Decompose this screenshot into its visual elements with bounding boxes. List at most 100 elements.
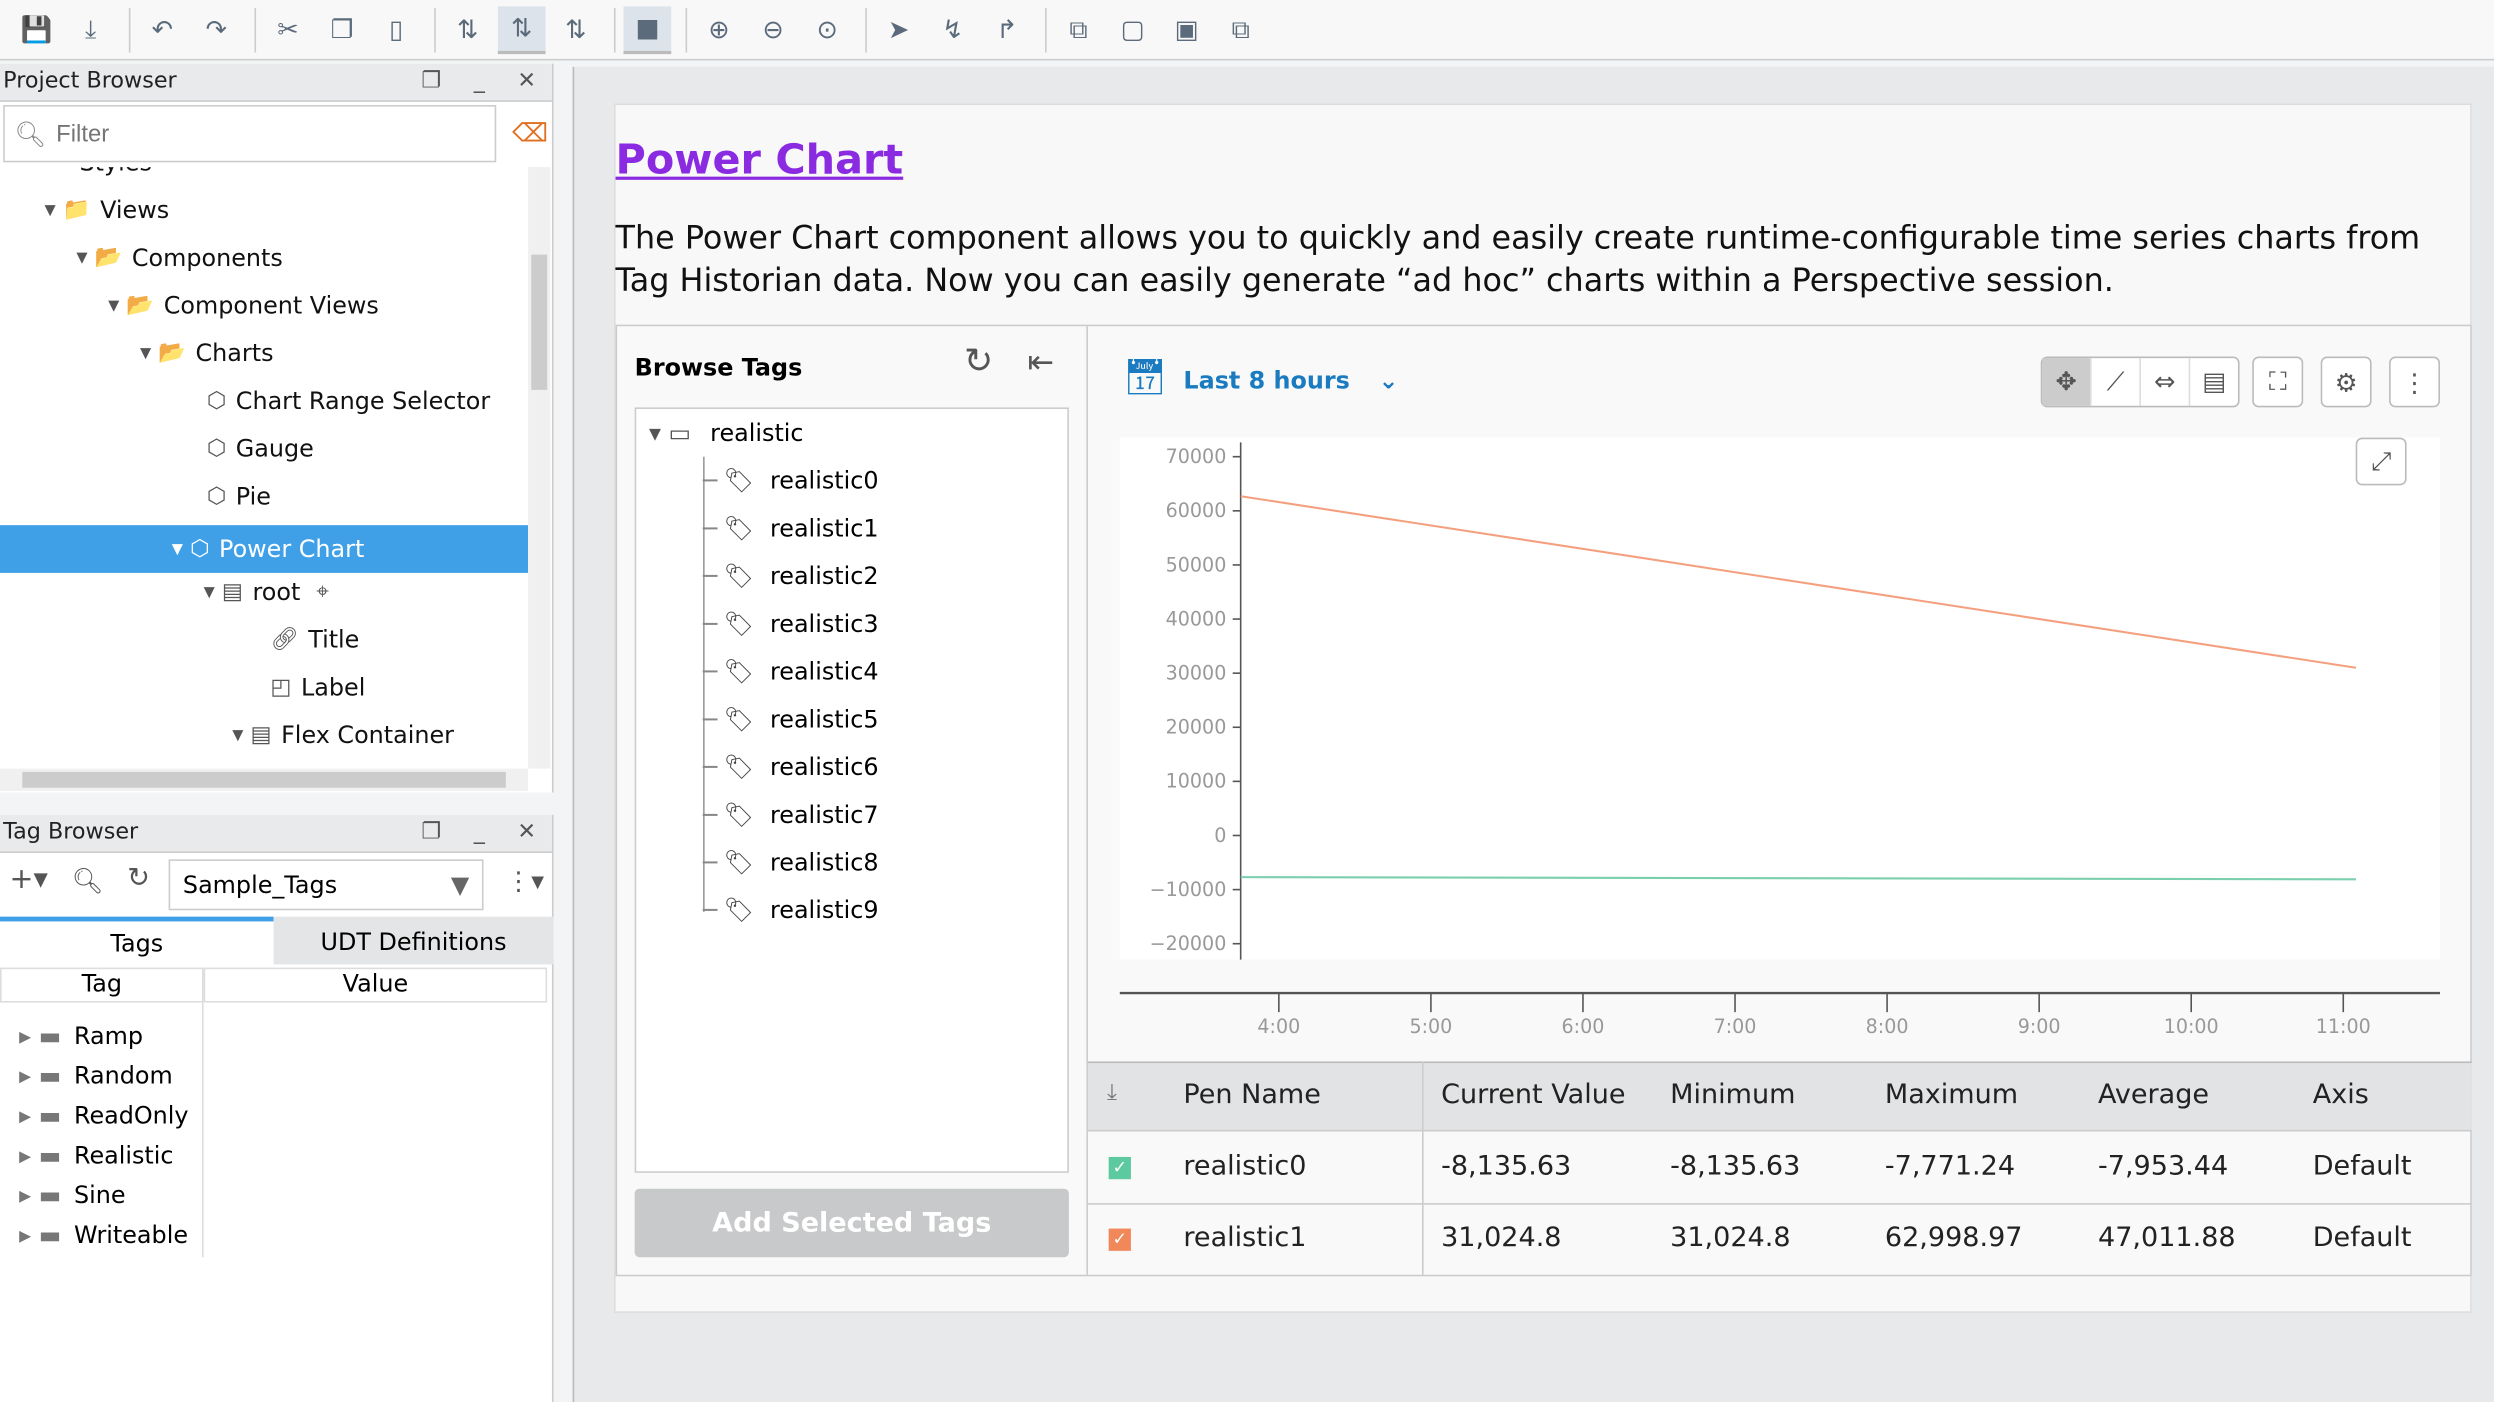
- tree-item-charts[interactable]: ▾ 📂 Charts: [140, 329, 274, 377]
- horizontal-scrollbar[interactable]: [0, 768, 529, 791]
- tag-icon: 🏷︎: [723, 561, 755, 591]
- sort-icon[interactable]: ⤓: [1107, 1081, 1117, 1106]
- column-header[interactable]: Minimum: [1670, 1079, 1795, 1111]
- tag-item[interactable]: ─ 🏷︎ realistic3: [703, 600, 878, 648]
- add-selected-tags-button[interactable]: Add Selected Tags: [634, 1188, 1069, 1258]
- tag-folder-realistic[interactable]: ▾ ▭ realistic: [649, 409, 804, 457]
- column-header[interactable]: Average: [2098, 1079, 2209, 1111]
- clear-filter-icon[interactable]: ⌫: [512, 118, 548, 148]
- tree-item-flex-container[interactable]: ▾ ▤ Flex Container: [232, 711, 454, 759]
- y-tick-label: 40000: [1166, 607, 1227, 630]
- pen-checkbox[interactable]: ✓: [1108, 1156, 1131, 1180]
- pan-icon[interactable]: ✥: [2042, 358, 2091, 406]
- tag-provider-select[interactable]: Sample_Tags ▼: [168, 859, 484, 911]
- search-icon[interactable]: 🔍︎: [72, 866, 104, 896]
- add-icon[interactable]: +▾: [10, 863, 48, 896]
- redo-icon[interactable]: ↷: [192, 6, 240, 54]
- column-header[interactable]: Pen Name: [1183, 1079, 1320, 1111]
- pen-name: realistic1: [1183, 1222, 1307, 1255]
- x-trace-icon[interactable]: ⟋: [2090, 358, 2139, 406]
- expand-chart-icon[interactable]: ⤢: [2355, 437, 2407, 486]
- tag-folder-writeable[interactable]: ▸ ▬ Writeable: [19, 1216, 188, 1254]
- snap-off-icon[interactable]: ⇅: [444, 6, 492, 54]
- paste-icon[interactable]: ▯: [372, 6, 420, 54]
- tag-folder-random[interactable]: ▸ ▬ Random: [19, 1057, 173, 1095]
- ungroup-icon[interactable]: ▢: [1109, 6, 1157, 54]
- filter-input[interactable]: [56, 120, 470, 148]
- tree-item-component-views[interactable]: ▾ 📂 Component Views: [108, 282, 379, 330]
- tree-item-components[interactable]: ▾ 📂 Components: [76, 234, 283, 282]
- copy-icon[interactable]: ❐: [318, 6, 366, 54]
- refresh-icon[interactable]: ↻: [964, 342, 993, 382]
- tag-folder-readonly[interactable]: ▸ ▬ ReadOnly: [19, 1096, 188, 1134]
- tag-item[interactable]: ─ 🏷︎ realistic1: [703, 504, 878, 552]
- tree-item-power-chart[interactable]: ▾ ⬡ Power Chart: [0, 525, 529, 573]
- connect-icon[interactable]: ↯: [929, 6, 977, 54]
- undo-icon[interactable]: ↶: [138, 6, 186, 54]
- refresh-icon[interactable]: ↻: [127, 863, 150, 895]
- cut-icon[interactable]: ✂: [264, 6, 312, 54]
- tag-item[interactable]: ─ 🏷︎ realistic4: [703, 648, 878, 696]
- tree-item-chart-range-selector[interactable]: ⬡ Chart Range Selector: [207, 377, 490, 425]
- save-as-icon[interactable]: ⤓: [67, 6, 115, 54]
- vertical-scrollbar[interactable]: [528, 167, 551, 769]
- pen-max: 62,998.97: [1884, 1222, 2023, 1255]
- tag-folder-ramp[interactable]: ▸ ▬ Ramp: [19, 1017, 143, 1055]
- calendar-clock-icon[interactable]: 📅︎: [1123, 358, 1167, 398]
- tag-item[interactable]: ─ 🏷︎ realistic9: [703, 886, 878, 934]
- y-tick-label: 10000: [1166, 770, 1227, 793]
- save-icon[interactable]: 💾: [13, 6, 61, 54]
- x-tick-label: 7:00: [1714, 1015, 1757, 1038]
- pen-name: realistic0: [1183, 1150, 1307, 1183]
- zoom-in-icon[interactable]: ⊕: [695, 6, 743, 54]
- tree-item-pie[interactable]: ⬡ Pie: [207, 473, 271, 521]
- pointer-icon[interactable]: ➤: [875, 6, 923, 54]
- tree-item-gauge[interactable]: ⬡ Gauge: [207, 425, 314, 473]
- tab-udt-definitions[interactable]: UDT Definitions: [273, 916, 554, 965]
- tab-tags[interactable]: Tags: [0, 916, 274, 965]
- zoom-x-icon[interactable]: ⇔: [2139, 358, 2188, 406]
- pen-current: 31,024.8: [1441, 1222, 1562, 1255]
- snap-vertical-icon[interactable]: ⇅: [552, 6, 600, 54]
- pen-checkbox[interactable]: ✓: [1108, 1228, 1131, 1251]
- tag-item[interactable]: ─ 🏷︎ realistic5: [703, 695, 878, 743]
- front-icon[interactable]: ⧉: [1217, 6, 1265, 54]
- tag-icon: 🏷︎: [723, 704, 755, 734]
- column-value[interactable]: Value: [203, 967, 548, 1003]
- tree-item-views[interactable]: ▾ 📁 Views: [45, 186, 170, 234]
- panel-controls[interactable]: ❐ _ ✕: [421, 820, 549, 847]
- tag-folder-realistic[interactable]: ▸ ▬ Realistic: [19, 1136, 173, 1174]
- stop-icon[interactable]: ■: [623, 5, 672, 54]
- tree-item-title[interactable]: 🔗︎ Title: [270, 616, 359, 664]
- route-icon[interactable]: ↱: [983, 6, 1031, 54]
- tag-item[interactable]: ─ 🏷︎ realistic0: [703, 457, 878, 505]
- more-vertical-icon[interactable]: ⋮: [2389, 356, 2440, 408]
- x-tick-label: 8:00: [1866, 1015, 1909, 1038]
- fullscreen-icon[interactable]: ⛶: [2252, 356, 2304, 408]
- range-selector[interactable]: Last 8 hours ⌄: [1183, 366, 1398, 395]
- column-header[interactable]: Maximum: [1885, 1079, 2018, 1111]
- tag-item[interactable]: ─ 🏷︎ realistic7: [703, 791, 878, 839]
- column-header[interactable]: Axis: [2313, 1079, 2369, 1111]
- pen-axis: Default: [2312, 1222, 2412, 1255]
- zoom-fit-icon[interactable]: ⊙: [803, 6, 851, 54]
- tag-item[interactable]: ─ 🏷︎ realistic2: [703, 552, 878, 600]
- more-icon[interactable]: ⋮▾: [506, 866, 544, 896]
- collapse-panel-icon[interactable]: ⇤: [1028, 342, 1055, 380]
- tree-item-label[interactable]: ◰ Label: [270, 664, 365, 712]
- settings-gear-icon[interactable]: ⚙: [2320, 356, 2372, 408]
- snap-icon[interactable]: ⇅: [497, 5, 546, 54]
- column-tag[interactable]: Tag: [0, 967, 204, 1003]
- column-header[interactable]: Current Value: [1441, 1079, 1625, 1111]
- panel-controls[interactable]: ❐ _ ✕: [421, 68, 549, 95]
- tree-item[interactable]: Styles: [80, 167, 152, 186]
- tree-item-root[interactable]: ▾ ▤ root ⌖: [204, 568, 339, 616]
- tag-item[interactable]: ─ 🏷︎ realistic6: [703, 743, 878, 791]
- zoom-out-icon[interactable]: ⊖: [749, 6, 797, 54]
- tag-item[interactable]: ─ 🏷︎ realistic8: [703, 839, 878, 887]
- pen-avg: 47,011.88: [2098, 1222, 2236, 1255]
- group-icon[interactable]: ⧉: [1055, 6, 1103, 54]
- annotation-icon[interactable]: ▤: [2188, 358, 2238, 406]
- tag-folder-sine[interactable]: ▸ ▬ Sine: [19, 1176, 125, 1214]
- back-icon[interactable]: ▣: [1163, 6, 1211, 54]
